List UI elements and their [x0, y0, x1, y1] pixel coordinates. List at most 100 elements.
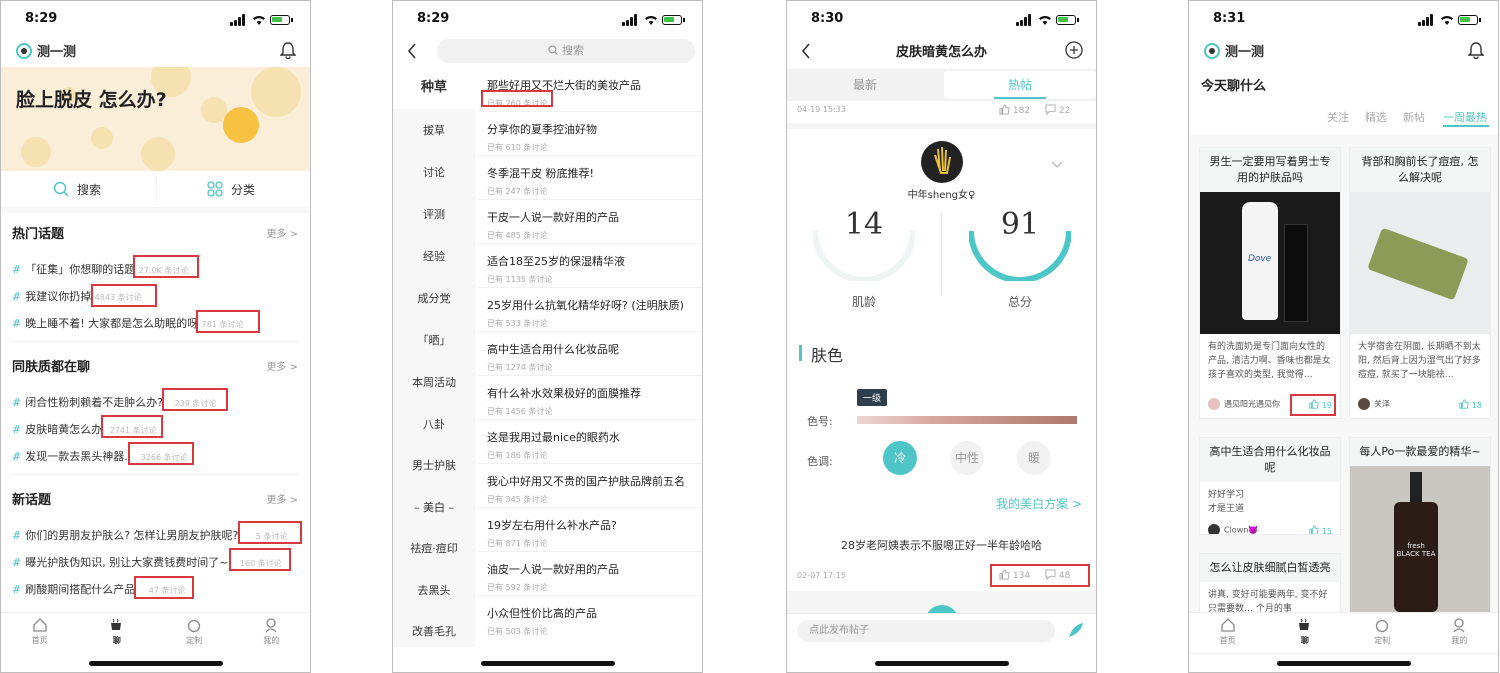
category-item[interactable]: 八卦: [393, 416, 475, 432]
category-item[interactable]: 评测: [393, 206, 475, 222]
tone-cool[interactable]: 冷: [883, 441, 917, 475]
post-date: 02-07 17:15: [797, 571, 846, 580]
filter-follow[interactable]: 关注: [1327, 109, 1349, 125]
segment-control: 最新 热帖: [787, 69, 1096, 101]
user-name: Clown👿: [1224, 525, 1259, 535]
category-item[interactable]: 成分党: [393, 290, 475, 306]
search-shortcut[interactable]: 搜索: [53, 171, 101, 207]
tab-profile[interactable]: 我的: [233, 613, 310, 652]
segment-latest[interactable]: 最新: [789, 71, 941, 99]
home-icon: [1220, 618, 1235, 632]
category-item[interactable]: 拔草: [393, 122, 475, 138]
add-icon[interactable]: [1065, 41, 1083, 59]
category-item[interactable]: 祛痘·痘印: [393, 540, 475, 556]
highlight-box: [990, 564, 1090, 587]
search-label: 搜索: [77, 182, 102, 197]
chevron-down-icon[interactable]: [1051, 161, 1063, 169]
card-footer: 关泽 18: [1350, 398, 1490, 410]
post-card[interactable]: 每人Po一款最爱的精华~ fresh BLACK TEA: [1349, 437, 1491, 615]
article-item[interactable]: 我心中好用又不贵的国产护肤品牌前五名 已有 345 条讨论: [487, 473, 702, 505]
article-item[interactable]: 这是我用过最nice的眼药水 已有 186 条讨论: [487, 429, 702, 461]
category-item[interactable]: 本周活动: [393, 374, 475, 390]
more-link-same-skin[interactable]: 更多 >: [266, 358, 298, 373]
card-title: 背部和胸前长了痘痘, 怎么解决呢: [1350, 148, 1490, 192]
product-photo: fresh BLACK TEA: [1350, 466, 1490, 614]
section-title-same-skin: 同肤质都在聊: [12, 360, 91, 375]
promo-banner[interactable]: 脸上脱皮 怎么办?: [1, 67, 310, 171]
post-text[interactable]: 28岁老阿姨表示不服嗯正好一半年龄哈哈: [787, 537, 1096, 553]
user-name[interactable]: 中年sheng女♀: [787, 186, 1096, 201]
search-icon: [53, 181, 69, 197]
post-card[interactable]: 背部和胸前长了痘痘, 怎么解决呢 大学宿舍在阴面, 长期晒不到太阳, 然后背上因…: [1349, 147, 1491, 419]
whitening-plan-link[interactable]: 我的美白方案 >: [996, 495, 1082, 512]
article-item[interactable]: 分享你的夏季控油好物 已有 610 条讨论: [487, 121, 702, 153]
app-logo-icon: [16, 43, 32, 59]
article-item[interactable]: 19岁左右用什么补水产品? 已有 871 条讨论: [487, 517, 702, 549]
phone-screen-topic-detail: 8:30 皮肤暗黄怎么办 最新 热帖 04-19 15:33 182 22 中年…: [786, 0, 1097, 673]
wifi-icon: [1441, 16, 1453, 25]
tab-custom[interactable]: 定制: [1344, 613, 1421, 652]
avatar[interactable]: [921, 141, 963, 183]
category-shortcut[interactable]: 分类: [207, 171, 255, 207]
more-link-new[interactable]: 更多 >: [266, 491, 298, 506]
search-input[interactable]: 搜索: [437, 39, 695, 63]
filter-new[interactable]: 新帖: [1403, 109, 1425, 125]
post-input[interactable]: 点此发布帖子: [797, 620, 1055, 642]
article-item[interactable]: 油皮一人说一款好用的产品 已有 592 条讨论: [487, 561, 702, 593]
category-item[interactable]: 经验: [393, 248, 475, 264]
battery-icon: [270, 15, 293, 25]
filter-weekly-hot[interactable]: 一周最热: [1443, 109, 1487, 125]
highlight-box: [1290, 394, 1336, 416]
more-link-hot[interactable]: 更多 >: [266, 225, 298, 240]
bell-icon[interactable]: [280, 42, 296, 59]
bell-icon[interactable]: [1468, 42, 1484, 59]
like-button[interactable]: 18: [1459, 398, 1482, 410]
phone-screen-topics: 8:29 测一测 脸上脱皮 怎么办? 搜索 分类 热门话题 更多 > # 「征集」…: [0, 0, 311, 673]
post-card[interactable]: 高中生适合用什么化妆品呢 好好学习 才是王道 Clown👿 15: [1199, 437, 1341, 535]
tab-home[interactable]: 首页: [1, 613, 78, 652]
comment-button[interactable]: 22: [1045, 104, 1070, 116]
post-card[interactable]: 男生一定要用写着男士专用的护肤品吗 Dove 有的洗面奶是专门面向女性的产品, …: [1199, 147, 1341, 419]
tab-chat[interactable]: 聊: [78, 613, 155, 652]
product-photo: Dove: [1200, 192, 1340, 334]
article-item[interactable]: 有什么补水效果极好的面膜推荐 已有 1456 条讨论: [487, 385, 702, 417]
thumbs-up-icon: [999, 104, 1010, 115]
feather-icon[interactable]: [1067, 621, 1085, 639]
app-title: 测一测: [37, 45, 77, 60]
tone-warm[interactable]: 暖: [1017, 441, 1051, 475]
tab-profile[interactable]: 我的: [1421, 613, 1498, 652]
tab-custom[interactable]: 定制: [156, 613, 233, 652]
highlight-box: [128, 442, 194, 465]
category-item[interactable]: 种草: [393, 67, 475, 109]
article-item[interactable]: 高中生适合用什么化妆品呢 已有 1274 条讨论: [487, 341, 702, 373]
card-title: 每人Po一款最爱的精华~: [1350, 438, 1490, 466]
tab-chat[interactable]: 聊: [1266, 613, 1343, 652]
article-item[interactable]: 干皮一人说一款好用的产品 已有 485 条讨论: [487, 209, 702, 241]
highlight-box: [134, 576, 194, 599]
category-item[interactable]: 男士护肤: [393, 457, 475, 473]
skin-age-label: 肌龄: [851, 295, 876, 309]
segment-hot[interactable]: 热帖: [944, 71, 1096, 99]
card-body: 有的洗面奶是专门面向女性的产品, 清洁力啊、香味也都是女孩子喜欢的类型, 我觉得…: [1208, 342, 1331, 380]
article-item[interactable]: 小众但性价比高的产品 已有 503 条讨论: [487, 605, 702, 637]
like-button[interactable]: 182: [999, 104, 1030, 116]
battery-icon: [1056, 15, 1079, 25]
post-card[interactable]: 怎么让皮肤细腻白皙透亮 讲真, 变好可能要两年, 变不好只需要数… 个月的事: [1199, 553, 1341, 615]
avatar: [1208, 398, 1220, 410]
card-title: 男生一定要用写着男士专用的护肤品吗: [1200, 148, 1340, 192]
category-item[interactable]: 去黑头: [393, 582, 475, 598]
article-item[interactable]: 冬季混干皮 粉底推荐! 已有 247 条讨论: [487, 165, 702, 197]
like-button[interactable]: 15: [1309, 524, 1332, 534]
article-item[interactable]: 25岁用什么抗氧化精华好呀? (注明肤质) 已有 533 条讨论: [487, 297, 702, 329]
category-item[interactable]: 讨论: [393, 164, 475, 180]
category-item[interactable]: 「晒」: [393, 332, 475, 348]
article-item[interactable]: 适合18至25岁的保湿精华液 已有 1135 条讨论: [487, 253, 702, 285]
tone-neutral[interactable]: 中性: [950, 441, 984, 475]
filter-featured[interactable]: 精选: [1365, 109, 1387, 125]
category-item[interactable]: 改善毛孔: [393, 623, 475, 639]
back-arrow-icon[interactable]: [407, 43, 417, 59]
tab-home[interactable]: 首页: [1189, 613, 1266, 652]
category-item[interactable]: – 美白 –: [393, 499, 475, 515]
bottom-tab-bar: 首页 聊 定制 我的: [1189, 612, 1498, 652]
section-title-hot: 热门话题: [12, 227, 65, 242]
